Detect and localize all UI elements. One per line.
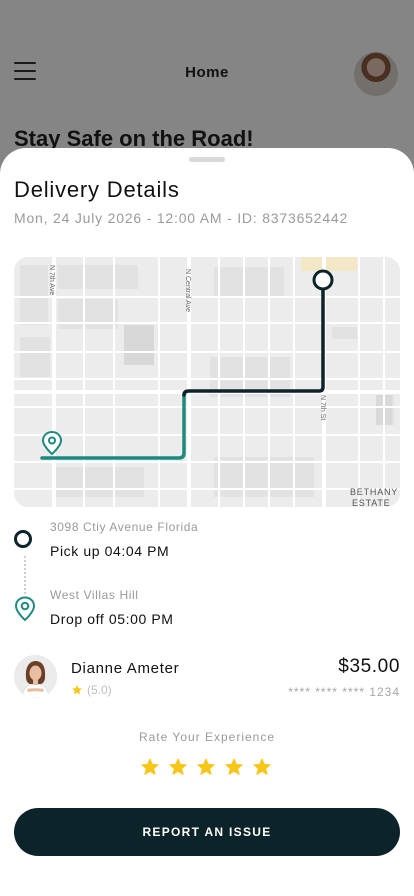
pickup-time: Pick up 04:04 PM [50,543,170,559]
rating-star-5[interactable] [251,756,273,778]
route-map[interactable]: N 7th Ave N Central Ave N 7th St BETHANY… [14,257,400,507]
area-label-estate: ESTATE [352,498,390,507]
dropoff-address: West Villas Hill [50,588,139,602]
street-label-n-7th-st: N 7th St [319,395,326,420]
driver-rating: (5.0) [71,683,112,697]
star-icon [72,685,82,695]
sheet-title: Delivery Details [14,177,180,202]
rate-experience-title: Rate Your Experience [138,730,276,744]
rating-star-3[interactable] [195,756,217,778]
payment-card-number: **** **** **** 1234 [288,685,400,699]
area-label-bethany: BETHANY [350,487,398,497]
sheet-drag-handle[interactable] [189,157,225,162]
street-label-n-7th-ave: N 7th Ave [48,265,55,295]
driver-rating-value: (5.0) [87,683,112,697]
delivery-meta: Mon, 24 July 2026 - 12:00 AM - ID: 83736… [14,210,349,226]
dropoff-time: Drop off 05:00 PM [50,611,174,627]
rating-star-4[interactable] [223,756,245,778]
map-pickup-marker[interactable] [312,269,334,291]
report-issue-button[interactable]: REPORT AN ISSUE [14,808,400,856]
rating-star-2[interactable] [167,756,189,778]
street-label-n-central-ave: N Central Ave [184,269,191,312]
route-connector [24,556,26,594]
driver-avatar[interactable] [14,655,57,698]
driver-name: Dianne Ameter [71,660,180,677]
rating-stars [139,756,273,778]
location-pin-icon [14,596,36,622]
circle-marker-icon [14,530,32,548]
rating-star-1[interactable] [139,756,161,778]
delivery-price: $35.00 [338,656,400,677]
pickup-address: 3098 Ctiy Avenue Florida [50,520,199,534]
delivery-details-sheet: Delivery Details Mon, 24 July 2026 - 12:… [0,148,414,896]
